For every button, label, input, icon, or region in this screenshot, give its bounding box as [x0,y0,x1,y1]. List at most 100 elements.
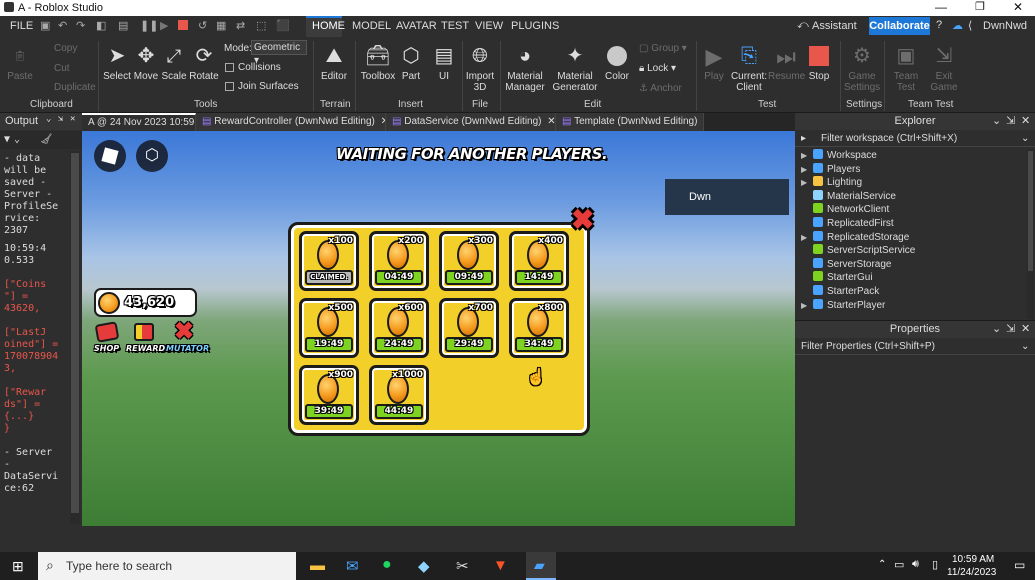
snip-icon[interactable]: ✂ [456,557,469,575]
stop-button[interactable]: Stop [805,43,833,82]
chevron-down-icon[interactable]: ⌄ [1021,133,1029,144]
taskbar-search-box[interactable]: ⌕ Type here to search [38,552,296,580]
explorer-item-players[interactable]: ▶ Players [801,162,860,176]
color-button[interactable]: Color [603,43,631,82]
tab-test[interactable]: TEST [441,20,469,32]
material-manager-button[interactable]: ◕ Material Manager [504,43,546,94]
collisions-checkbox[interactable] [225,63,234,72]
expand-arrow-icon[interactable]: ▶ [801,231,813,244]
reward-card[interactable]: x600 24:49 [369,298,429,358]
lock-button[interactable]: 🔒︎ Lock ▾ [639,63,676,74]
doc-tab-dataservice[interactable]: ▤ DataService (DwnNwd Editing) ✕ [386,113,556,131]
rotate-button[interactable]: ⟳ Rotate [189,43,219,83]
join-surfaces-checkbox[interactable] [225,82,234,91]
close-icon[interactable]: ✕ [1021,113,1030,130]
tab-model[interactable]: MODEL [352,20,391,32]
taskbar-date[interactable]: 11/24/2023 [947,567,996,578]
speaker-icon[interactable]: 🔊︎ [912,558,919,571]
file-explorer-icon[interactable]: ▬ [310,557,325,574]
explorer-scrollbar[interactable] [1027,149,1034,319]
notification-icon[interactable]: ▭ [1014,558,1025,572]
anchor-button[interactable]: ⚓︎ Anchor [639,83,682,94]
share-icon[interactable]: ⟨ [968,19,972,32]
explorer-item-materialservice[interactable]: MaterialService [801,189,896,203]
reward-card[interactable]: x900 39:49 [299,365,359,425]
avatar-menu-button[interactable]: ⬡ [136,140,168,172]
assistant-button[interactable]: Assistant [812,20,857,32]
output-scrollbar[interactable] [70,151,80,524]
roblox-studio-taskbar-button[interactable]: ▰ [526,552,556,580]
chevron-down-icon[interactable]: ⌄ [1021,341,1029,352]
mail-icon[interactable]: ✉ [346,557,359,575]
pin-icon[interactable]: ⇲ [1006,113,1015,130]
minimize-icon[interactable]: — [935,0,947,14]
mutator-button[interactable]: ✖ MUTATOR [166,318,209,359]
move-button[interactable]: ✥ Move [132,43,160,83]
explorer-item-replicatedstorage[interactable]: ▶ ReplicatedStorage [801,230,909,244]
doc-tab-rewardcontroller[interactable]: ▤ RewardController (DwnNwd Editing) ✕ [196,113,386,131]
reward-card[interactable]: x200 04:49 [369,231,429,291]
expand-arrow-icon[interactable]: ▶ [801,299,813,312]
explorer-scroll-thumb[interactable] [1028,151,1033,271]
close-icon[interactable]: ✕ [547,116,555,127]
tab-avatar[interactable]: AVATAR [396,20,437,32]
play-small-icon[interactable]: ▶ [160,19,168,32]
explorer-item-workspace[interactable]: ▶ Workspace [801,149,877,162]
save-icon[interactable]: ▣ [40,19,50,32]
chevron-up-icon[interactable]: ⌃ [878,559,886,570]
player-list-entry[interactable]: Dwn [665,179,789,215]
tab-home[interactable]: HOME [312,20,345,32]
resume-button[interactable]: ⏭ Resume [768,43,805,82]
chevron-down-icon[interactable]: ⌄ [992,113,1001,130]
expand-arrow-icon[interactable]: ▶ [801,149,813,162]
screenshot-icon[interactable]: ◧ [96,19,106,32]
language-icon[interactable]: ▯ [932,558,938,571]
expand-arrow-icon[interactable]: ▶ [801,176,813,189]
terrain-editor-button[interactable]: ⛰ Editor [318,43,350,83]
game-settings-button[interactable]: ⚙ Game Settings [844,43,880,94]
explorer-item-startergui[interactable]: StarterGui [801,271,873,284]
explorer-item-starterplayer[interactable]: ▶ StarterPlayer [801,298,885,312]
explorer-item-serverscriptservice[interactable]: ServerScriptService [801,244,915,257]
expand-arrow-icon[interactable]: ▶ [801,163,813,176]
cut-button[interactable]: Cut [40,63,70,74]
material-generator-button[interactable]: ✦ Material Generator [552,43,598,94]
explorer-item-lighting[interactable]: ▶ Lighting [801,176,862,189]
clear-icon[interactable]: 🧹︎ [40,134,53,145]
file-menu[interactable]: FILE [10,20,33,32]
network-icon[interactable]: ▭ [894,558,904,571]
cloud-icon[interactable]: ☁ [952,19,963,32]
duplicate-button[interactable]: Duplicate [40,82,96,93]
pin-icon[interactable]: ⇲ [58,114,63,124]
reward-card[interactable]: x800 34:49 [509,298,569,358]
game-viewport[interactable]: ⬡ WAITING FOR ANOTHER PLAYERS. Dwn 43,62… [82,131,795,526]
spotify-icon[interactable]: ● [382,556,392,574]
explorer-item-replicatedfirst[interactable]: ReplicatedFirst [801,217,894,230]
help-icon[interactable]: ? [936,19,942,31]
close-window-icon[interactable]: ✕ [1013,0,1023,14]
undo-small-icon[interactable]: ↺ [198,19,207,32]
toolbox-button[interactable]: 🧰︎ Toolbox [360,43,396,83]
output-scroll-thumb[interactable] [71,153,79,513]
chevron-down-icon[interactable]: ⌄ [46,114,51,124]
rewards-button[interactable]: REWARDS [126,321,171,359]
reward-card[interactable]: x100 CLAIMED. [299,231,359,291]
shop-button[interactable]: SHOP [94,321,120,359]
close-icon[interactable]: ✕ [70,114,75,124]
explorer-item-networkclient[interactable]: NetworkClient [801,203,889,216]
taskbar-time[interactable]: 10:59 AM [952,554,994,565]
chevron-down-icon[interactable]: ⌄ [14,134,20,145]
close-icon[interactable]: ✕ [703,116,704,127]
ui-button[interactable]: ▤ UI [430,43,458,83]
reward-card[interactable]: x500 19:49 [299,298,359,358]
play-button[interactable]: ▶ Play [700,43,728,82]
stop-small-icon[interactable] [178,20,188,30]
paste-button[interactable]: 📋︎ Paste [6,43,34,83]
collision-small-icon[interactable]: ⬛ [276,19,290,32]
reward-card[interactable]: x700 29:49 [439,298,499,358]
tab-view[interactable]: VIEW [475,20,503,32]
scale-button[interactable]: ⤢ Scale [160,43,188,83]
move-small-icon[interactable]: ⇄ [236,19,245,32]
brave-icon[interactable]: ▼ [493,557,508,574]
user-name[interactable]: DwnNwd [983,20,1027,32]
